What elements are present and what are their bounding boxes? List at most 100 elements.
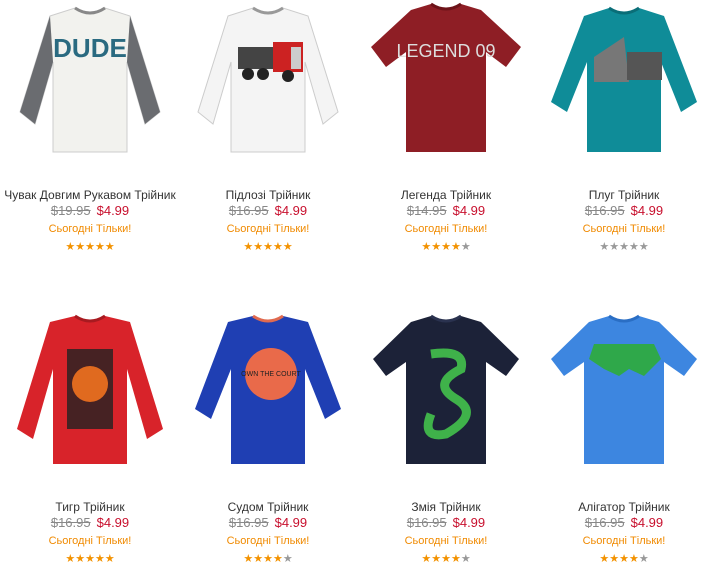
promo-label: Сьогодні Тільки! (226, 535, 310, 547)
sale-price: $4.99 (452, 515, 486, 530)
product-name[interactable]: Чувак Довгим Рукавом Трійник (1, 188, 179, 202)
star-icon: ★ (441, 553, 451, 565)
star-icon: ★ (609, 241, 620, 253)
star-icon: ★ (243, 553, 254, 565)
rating-stars: ★★★★★ (179, 240, 357, 254)
star-icon: ★ (441, 241, 451, 253)
star-icon: ★ (253, 553, 264, 565)
product-image-alligator-tee[interactable] (549, 314, 699, 469)
original-price: $19.95 (50, 203, 91, 218)
star-icon: ★ (609, 553, 620, 565)
svg-text:DUDE: DUDE (53, 33, 127, 63)
sale-price: $4.99 (630, 515, 664, 530)
original-price: $16.95 (228, 515, 269, 530)
product-card[interactable]: DUDE Чувак Довгим Рукавом Трійник $19.95… (1, 0, 179, 270)
star-icon: ★ (253, 241, 264, 253)
product-card[interactable]: Плуг Трійник $16.95 $4.99 Сьогодні Тільки… (535, 0, 713, 270)
promo-label: Сьогодні Тільки! (582, 223, 666, 235)
product-name[interactable]: Плуг Трійник (535, 188, 713, 202)
star-icon: ★ (460, 553, 471, 565)
product-name[interactable]: Алігатор Трійник (535, 500, 713, 514)
star-icon: ★ (431, 553, 442, 565)
price-row: $16.95 $4.99 (179, 203, 357, 218)
rating-stars: ★★★★★ (1, 240, 179, 254)
star-icon: ★ (599, 241, 610, 253)
product-card[interactable]: Змія Трійник $16.95 $4.99 Сьогодні Тільки… (357, 312, 535, 582)
star-icon: ★ (263, 241, 273, 253)
sale-price: $4.99 (96, 515, 130, 530)
star-icon: ★ (75, 553, 86, 565)
star-icon: ★ (65, 241, 76, 253)
star-icon: ★ (263, 553, 273, 565)
star-icon: ★ (599, 553, 610, 565)
price-row: $16.95 $4.99 (535, 515, 713, 530)
product-name[interactable]: Підлозі Трійник (179, 188, 357, 202)
sale-price: $4.99 (630, 203, 664, 218)
original-price: $16.95 (584, 515, 625, 530)
star-icon: ★ (85, 241, 95, 253)
star-icon: ★ (75, 241, 86, 253)
star-icon: ★ (619, 241, 629, 253)
star-icon: ★ (628, 241, 639, 253)
product-name[interactable]: Змія Трійник (357, 500, 535, 514)
promo-label: Сьогодні Тільки! (404, 535, 488, 547)
sale-price: $4.99 (274, 515, 308, 530)
star-icon: ★ (619, 553, 629, 565)
star-icon: ★ (638, 553, 649, 565)
product-image-plow-tee[interactable] (549, 2, 699, 157)
product-image-snake-tee[interactable] (371, 314, 521, 469)
product-name[interactable]: Судом Трійник (179, 500, 357, 514)
star-icon: ★ (104, 553, 115, 565)
star-icon: ★ (460, 241, 471, 253)
star-icon: ★ (450, 553, 461, 565)
original-price: $16.95 (406, 515, 447, 530)
star-icon: ★ (104, 241, 115, 253)
star-icon: ★ (421, 553, 432, 565)
star-icon: ★ (65, 553, 76, 565)
star-icon: ★ (272, 241, 283, 253)
star-icon: ★ (85, 553, 95, 565)
sale-price: $4.99 (274, 203, 308, 218)
star-icon: ★ (94, 241, 105, 253)
product-card[interactable]: Тигр Трійник $16.95 $4.99 Сьогодні Тільки… (1, 312, 179, 582)
product-image-dude-tee[interactable]: DUDE (15, 2, 165, 157)
sale-price: $4.99 (452, 203, 486, 218)
product-image-legend-tee[interactable]: LEGEND 09 (371, 2, 521, 157)
sale-price: $4.99 (96, 203, 130, 218)
product-card[interactable]: Підлозі Трійник $16.95 $4.99 Сьогодні Тіл… (179, 0, 357, 270)
original-price: $16.95 (50, 515, 91, 530)
price-row: $16.95 $4.99 (357, 515, 535, 530)
promo-label: Сьогодні Тільки! (226, 223, 310, 235)
product-grid: DUDE Чувак Довгим Рукавом Трійник $19.95… (0, 0, 713, 565)
star-icon: ★ (94, 553, 105, 565)
star-icon: ★ (282, 241, 293, 253)
product-image-tiger-tee[interactable] (15, 314, 165, 469)
promo-label: Сьогодні Тільки! (582, 535, 666, 547)
product-image-court-tee[interactable]: OWN THE COURT (193, 314, 343, 469)
product-name[interactable]: Тигр Трійник (1, 500, 179, 514)
original-price: $14.95 (406, 203, 447, 218)
star-icon: ★ (272, 553, 283, 565)
price-row: $14.95 $4.99 (357, 203, 535, 218)
star-icon: ★ (282, 553, 293, 565)
promo-label: Сьогодні Тільки! (48, 223, 132, 235)
rating-stars: ★★★★★ (535, 240, 713, 254)
price-row: $16.95 $4.99 (1, 515, 179, 530)
star-icon: ★ (628, 553, 639, 565)
svg-text:LEGEND 09: LEGEND 09 (396, 41, 495, 61)
svg-text:OWN THE COURT: OWN THE COURT (241, 371, 301, 378)
product-name[interactable]: Легенда Трійник (357, 188, 535, 202)
price-row: $19.95 $4.99 (1, 203, 179, 218)
star-icon: ★ (421, 241, 432, 253)
star-icon: ★ (431, 241, 442, 253)
price-row: $16.95 $4.99 (179, 515, 357, 530)
product-card[interactable]: LEGEND 09 Легенда Трійник $14.95 $4.99 Сь… (357, 0, 535, 270)
original-price: $16.95 (584, 203, 625, 218)
product-card[interactable]: Алігатор Трійник $16.95 $4.99 Сьогодні Ті… (535, 312, 713, 582)
promo-label: Сьогодні Тільки! (48, 535, 132, 547)
product-card[interactable]: OWN THE COURT Судом Трійник $16.95 $4.99 … (179, 312, 357, 582)
product-image-truck-tee[interactable] (193, 2, 343, 157)
star-icon: ★ (638, 241, 649, 253)
original-price: $16.95 (228, 203, 269, 218)
star-icon: ★ (450, 241, 461, 253)
